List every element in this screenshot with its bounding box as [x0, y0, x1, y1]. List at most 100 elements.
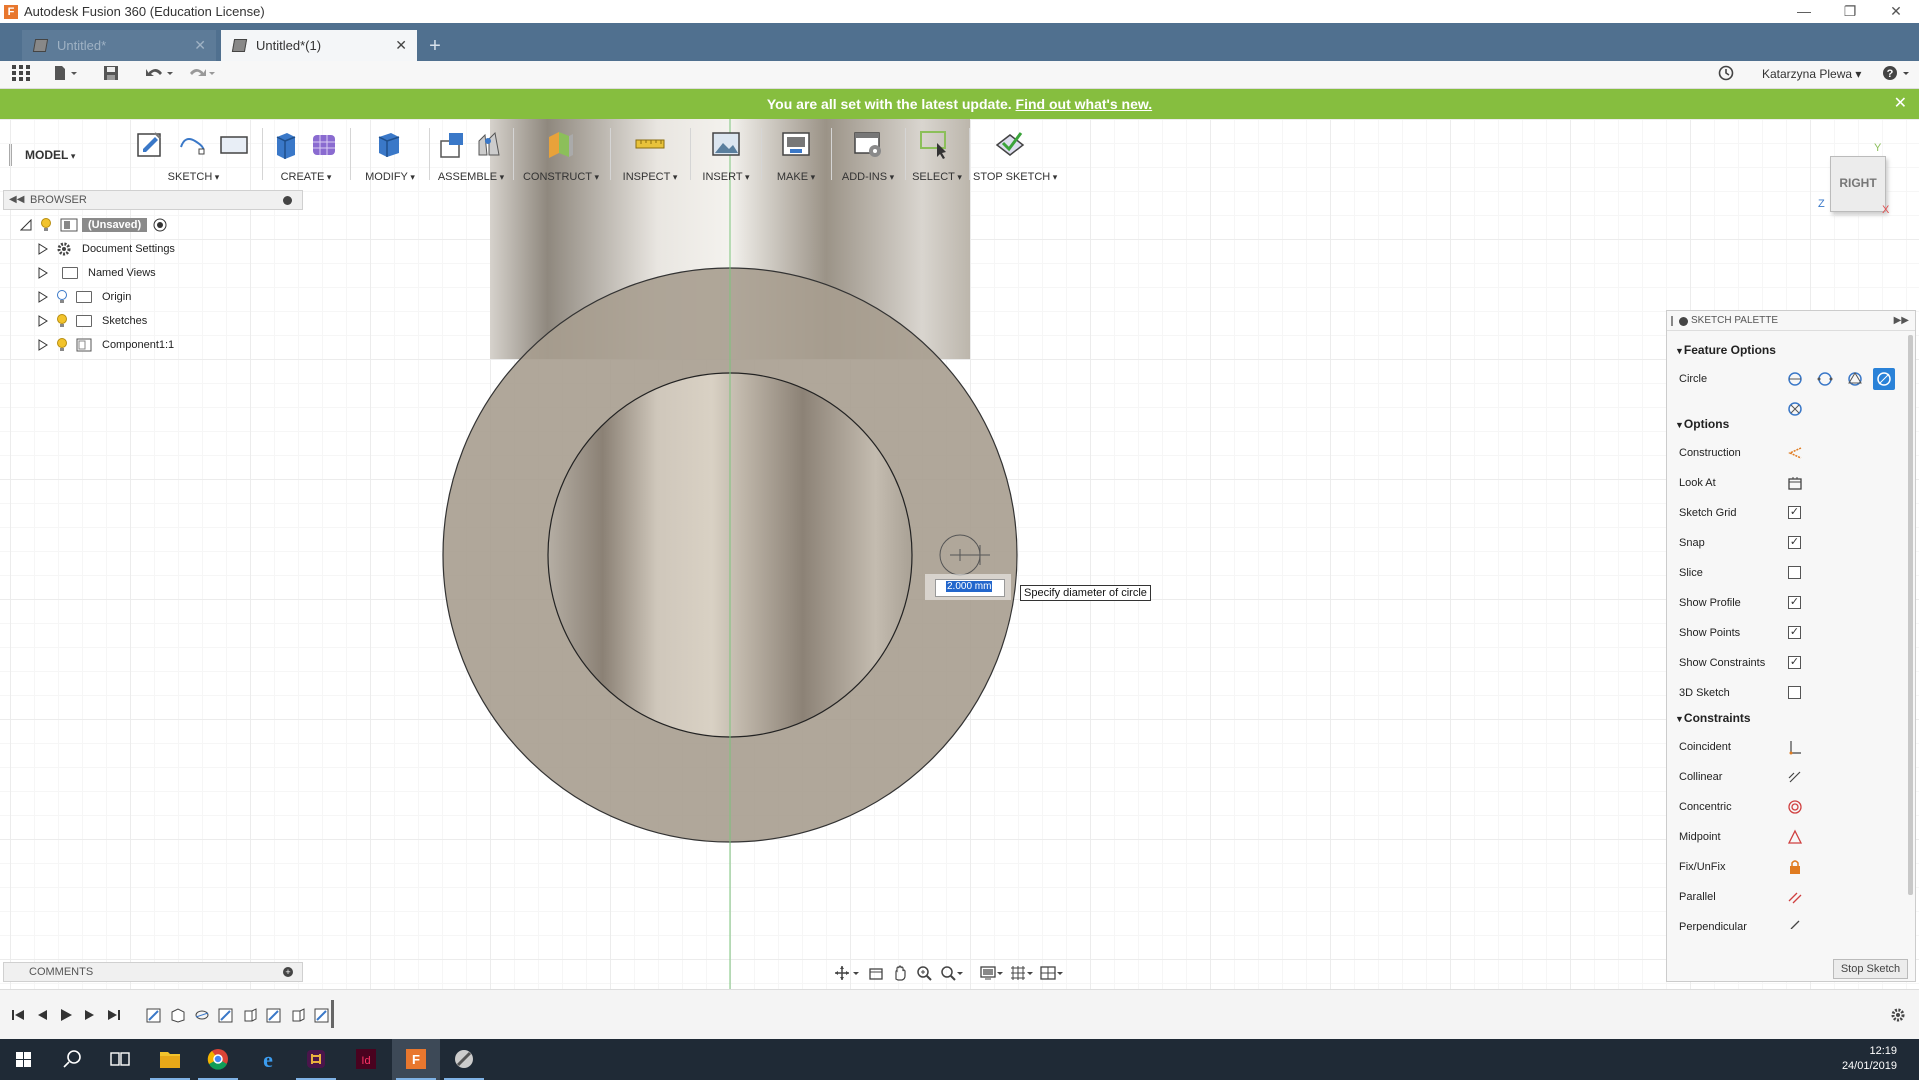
workspace-switcher[interactable]: MODEL: [25, 148, 75, 162]
taskbar-indesign[interactable]: Id: [342, 1039, 390, 1080]
visibility-bulb-icon[interactable]: [56, 338, 68, 352]
tangent-three-circle-icon[interactable]: [1787, 401, 1803, 417]
parallel-icon[interactable]: [1787, 889, 1803, 905]
help-icon[interactable]: ?: [1880, 65, 1914, 85]
lock-icon[interactable]: [1787, 859, 1803, 875]
close-window-icon[interactable]: ✕: [1873, 0, 1919, 23]
file-menu-icon[interactable]: [50, 65, 80, 85]
insert-menu[interactable]: INSERT: [695, 171, 757, 183]
sketch-palette-header[interactable]: SKETCH PALETTE ▶▶: [1667, 311, 1915, 331]
browser-options-icon[interactable]: [283, 196, 292, 205]
browser-root-row[interactable]: (Unsaved): [20, 214, 167, 236]
step-back-icon[interactable]: [34, 1007, 50, 1023]
perpendicular-icon[interactable]: [1787, 919, 1803, 929]
canvas-viewport[interactable]: [0, 119, 1919, 989]
timeline-sketch3-feature-icon[interactable]: [266, 1007, 282, 1023]
timeline-extrude3-feature-icon[interactable]: [290, 1007, 306, 1023]
feature-options-section[interactable]: Feature Options: [1675, 343, 1776, 357]
pan-hand-icon[interactable]: [892, 965, 908, 981]
expand-triangle-icon[interactable]: [38, 315, 48, 327]
insert-group[interactable]: INSERT: [695, 124, 757, 186]
close-banner-icon[interactable]: ✕: [1894, 89, 1907, 119]
search-button[interactable]: [48, 1039, 96, 1080]
add-comment-icon[interactable]: +: [283, 967, 293, 977]
display-settings-icon[interactable]: [980, 965, 996, 981]
orbit-icon[interactable]: [834, 965, 850, 981]
measure-icon[interactable]: [635, 129, 665, 159]
undo-icon[interactable]: [142, 65, 176, 85]
create-menu[interactable]: CREATE: [267, 171, 345, 183]
grid-dropdown-icon[interactable]: [1026, 965, 1034, 981]
three-point-circle-icon[interactable]: [1847, 371, 1863, 387]
inspect-group[interactable]: INSPECT: [615, 124, 685, 186]
line-icon[interactable]: [177, 129, 207, 159]
close-tab-icon[interactable]: ✕: [395, 37, 407, 54]
data-panel-grid-icon[interactable]: [10, 65, 32, 85]
joint-icon[interactable]: [473, 129, 503, 159]
taskbar-other-app[interactable]: [440, 1039, 488, 1080]
display-dropdown-icon[interactable]: [996, 965, 1004, 981]
collinear-icon[interactable]: [1787, 769, 1803, 785]
timeline-active-sketch-icon[interactable]: [314, 1007, 330, 1023]
construct-group[interactable]: CONSTRUCT: [517, 124, 605, 186]
timeline-marker[interactable]: [331, 1000, 334, 1028]
browser-panel-header[interactable]: ◀◀ BROWSER: [3, 190, 303, 210]
diameter-input[interactable]: 2.000 mm: [935, 579, 1005, 597]
make-group[interactable]: MAKE: [765, 124, 827, 186]
show-constraints-checkbox[interactable]: ✓: [1788, 656, 1801, 669]
minimize-icon[interactable]: —: [1781, 0, 1827, 23]
select-group[interactable]: SELECT: [909, 124, 965, 186]
browser-item-component[interactable]: Component1:1: [38, 334, 174, 356]
grid-settings-icon[interactable]: [1010, 965, 1026, 981]
comments-panel-header[interactable]: COMMENTS +: [3, 962, 303, 982]
fit-zoom-icon[interactable]: [940, 965, 956, 981]
center-diameter-circle-icon[interactable]: [1787, 371, 1803, 387]
construct-menu[interactable]: CONSTRUCT: [517, 171, 605, 183]
expand-palette-icon[interactable]: ▶▶: [1894, 311, 1909, 331]
expand-triangle-icon[interactable]: [38, 291, 48, 303]
rectangle-icon[interactable]: [219, 129, 249, 159]
extrude-icon[interactable]: [271, 129, 301, 159]
browser-item-named-views[interactable]: Named Views: [38, 262, 156, 284]
visibility-bulb-icon[interactable]: [40, 218, 52, 232]
timeline-sketch2-feature-icon[interactable]: [218, 1007, 234, 1023]
make-menu[interactable]: MAKE: [765, 171, 827, 183]
system-clock[interactable]: 12:19 24/01/2019: [1842, 1044, 1897, 1074]
stop-sketch-group[interactable]: STOP SKETCH: [973, 124, 1050, 186]
step-forward-icon[interactable]: [82, 1007, 98, 1023]
user-account-menu[interactable]: Katarzyna Plewa ▾: [1762, 67, 1861, 81]
look-at-nav-icon[interactable]: [868, 965, 884, 981]
redo-icon[interactable]: [184, 65, 218, 85]
options-section[interactable]: Options: [1675, 417, 1729, 431]
3d-sketch-checkbox[interactable]: [1788, 686, 1801, 699]
expand-triangle-icon[interactable]: [20, 219, 32, 231]
stop-sketch-button[interactable]: Stop Sketch: [1833, 959, 1908, 979]
taskbar-edge[interactable]: e: [244, 1039, 292, 1080]
start-button[interactable]: [0, 1039, 48, 1080]
select-menu[interactable]: SELECT: [909, 171, 965, 183]
visibility-bulb-icon[interactable]: [56, 314, 68, 328]
model-geometry[interactable]: [0, 119, 1919, 989]
go-to-end-icon[interactable]: [106, 1007, 122, 1023]
midpoint-icon[interactable]: [1787, 829, 1803, 845]
browser-item-sketches[interactable]: Sketches: [38, 310, 147, 332]
press-pull-icon[interactable]: [373, 129, 403, 159]
coincident-icon[interactable]: [1787, 739, 1803, 755]
view-cube[interactable]: RIGHT: [1830, 156, 1886, 212]
form-icon[interactable]: [309, 129, 339, 159]
3d-print-icon[interactable]: [781, 129, 811, 159]
add-ins-group[interactable]: ADD-INS: [835, 124, 901, 186]
visibility-bulb-icon[interactable]: [56, 290, 68, 304]
viewports-icon[interactable]: [1040, 965, 1056, 981]
insert-image-icon[interactable]: [711, 129, 741, 159]
construction-icon[interactable]: [1787, 445, 1803, 461]
sketch-group[interactable]: SKETCH: [131, 124, 256, 186]
expand-triangle-icon[interactable]: [38, 243, 48, 255]
save-icon[interactable]: [100, 65, 122, 85]
inspect-menu[interactable]: INSPECT: [615, 171, 685, 183]
timeline-settings-gear-icon[interactable]: [1890, 1007, 1906, 1023]
timeline-extrude-feature-icon[interactable]: [170, 1007, 186, 1023]
taskbar-file-explorer[interactable]: [146, 1039, 194, 1080]
modify-group[interactable]: MODIFY: [355, 124, 425, 186]
add-ins-menu[interactable]: ADD-INS: [835, 171, 901, 183]
